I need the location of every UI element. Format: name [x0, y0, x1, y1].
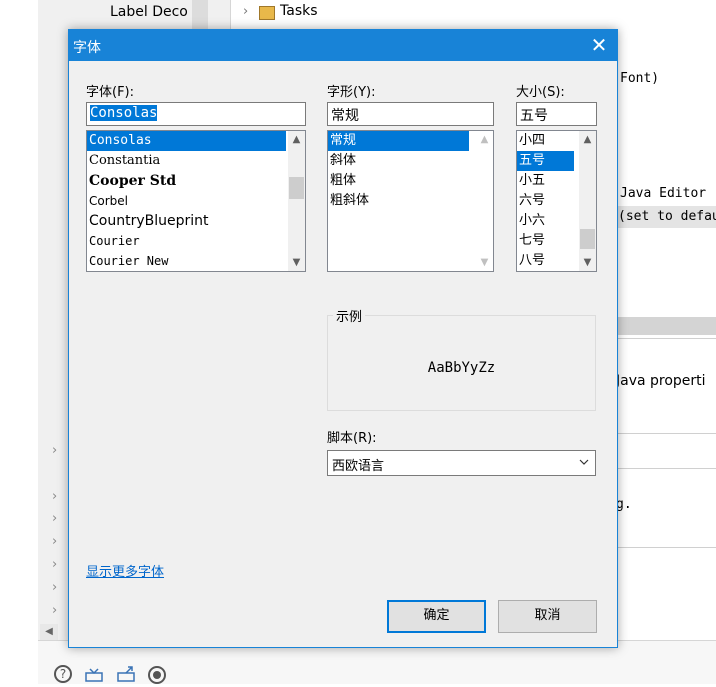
font-list-item-cooper-std[interactable]: Cooper Std	[87, 171, 305, 191]
bg-set-default-text: (set to defau	[618, 209, 716, 224]
scroll-up-arrow-icon[interactable]: ▲	[579, 131, 596, 148]
tasks-icon	[259, 6, 275, 20]
chevron-right-icon[interactable]: ›	[52, 534, 57, 549]
chevron-right-icon[interactable]: ›	[52, 580, 57, 595]
bg-g-text: g.	[616, 497, 632, 512]
export-icon[interactable]	[116, 665, 136, 683]
script-label: 脚本(R):	[327, 431, 377, 446]
style-list[interactable]: 常规 斜体 粗体 粗斜体 ▲ ▼	[327, 130, 494, 272]
bg-java-properties-text: Java properti	[616, 373, 706, 389]
style-list-item-regular[interactable]: 常规	[328, 131, 469, 151]
font-list-scrollbar[interactable]: ▲ ▼	[288, 131, 305, 271]
scroll-down-arrow-icon[interactable]: ▼	[579, 254, 596, 271]
bg-java-editor-text: Java Editor	[620, 186, 707, 201]
size-list-scrollbar[interactable]: ▲ ▼	[579, 131, 596, 271]
bg-divider	[616, 433, 716, 434]
font-list-item-corbel[interactable]: Corbel	[87, 191, 305, 211]
style-list-scrollbar[interactable]: ▲ ▼	[476, 131, 493, 271]
size-input[interactable]: 五号	[516, 102, 597, 126]
script-select-value: 西欧语言	[332, 459, 385, 474]
scroll-up-arrow-icon[interactable]: ▲	[288, 131, 305, 148]
bg-divider	[616, 338, 716, 339]
scroll-down-arrow-icon[interactable]: ▼	[476, 254, 493, 271]
font-dialog: 字体 ✕ 字体(F): Consolas Consolas Constantia…	[68, 29, 618, 648]
font-input-value: Consolas	[90, 105, 158, 121]
style-label: 字形(Y):	[327, 85, 376, 100]
chevron-right-icon[interactable]: ›	[52, 511, 57, 526]
ok-button[interactable]: 确定	[387, 600, 486, 633]
font-input[interactable]: Consolas	[86, 102, 306, 126]
cancel-button[interactable]: 取消	[498, 600, 597, 633]
chevron-right-icon[interactable]: ›	[52, 443, 57, 458]
script-select[interactable]: 西欧语言	[327, 450, 596, 476]
font-list-item-courier-new[interactable]: Courier New	[87, 251, 305, 271]
help-icon[interactable]: ?	[54, 665, 72, 683]
bg-divider	[616, 547, 716, 548]
dialog-title: 字体	[73, 40, 101, 56]
style-list-item-bold-italic[interactable]: 粗斜体	[328, 191, 493, 211]
sample-text: AaBbYyZz	[427, 360, 496, 376]
bg-font-text: Font)	[620, 71, 660, 86]
font-list-item-consolas[interactable]: Consolas	[87, 131, 286, 151]
size-list-item-selected[interactable]: 五号	[517, 151, 574, 171]
font-list-item-countryblueprint[interactable]: CountryBlueprint	[87, 211, 305, 231]
show-more-fonts-link[interactable]: 显示更多字体	[86, 561, 164, 580]
scroll-up-arrow-icon[interactable]: ▲	[476, 131, 493, 148]
scroll-down-arrow-icon[interactable]: ▼	[288, 254, 305, 271]
font-list-item-constantia[interactable]: Constantia	[87, 151, 305, 171]
font-label: 字体(F):	[86, 85, 135, 100]
chevron-right-icon[interactable]: ›	[52, 557, 57, 572]
import-icon[interactable]	[84, 667, 104, 683]
bg-gray-band	[616, 317, 716, 335]
style-list-item-italic[interactable]: 斜体	[328, 151, 493, 171]
font-list-item-courier[interactable]: Courier	[87, 231, 305, 251]
bg-divider	[616, 468, 716, 469]
chevron-right-icon[interactable]: ›	[52, 489, 57, 504]
size-label: 大小(S):	[516, 85, 565, 100]
tree-item-label-deco[interactable]: Label Deco	[110, 4, 188, 20]
sample-label: 示例	[333, 306, 366, 325]
font-list[interactable]: Consolas Constantia Cooper Std Corbel Co…	[86, 130, 306, 272]
size-list[interactable]: 小四 五号 小五 六号 小六 七号 八号 ▲ ▼	[516, 130, 597, 272]
background-left-strip	[0, 0, 38, 683]
scroll-left-arrow[interactable]: ◀	[40, 624, 58, 640]
record-icon[interactable]	[148, 666, 166, 684]
style-input[interactable]: 常规	[327, 102, 494, 126]
chevron-right-icon[interactable]: ›	[52, 603, 57, 618]
close-icon[interactable]: ✕	[587, 33, 611, 57]
dialog-titlebar[interactable]: 字体 ✕	[69, 30, 617, 61]
chevron-down-icon	[579, 456, 589, 471]
style-list-item-bold[interactable]: 粗体	[328, 171, 493, 191]
tree-item-tasks[interactable]: Tasks	[280, 3, 318, 19]
scroll-thumb[interactable]	[289, 177, 304, 199]
scroll-thumb[interactable]	[580, 229, 595, 249]
chevron-right-icon[interactable]: ›	[243, 4, 248, 19]
